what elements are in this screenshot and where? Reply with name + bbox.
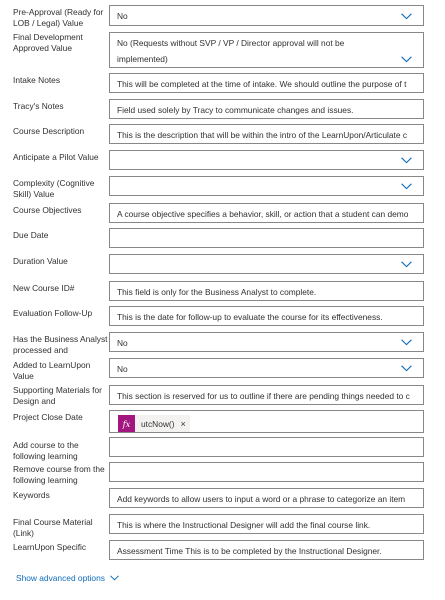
- field-row-has-the-business-analyst-processed-and: Has the Business Analyst processed and No: [0, 332, 433, 355]
- field-label: Final Course Material (Link): [13, 517, 93, 538]
- chevron-down-icon[interactable]: [401, 261, 412, 272]
- field-label: Duration Value: [13, 256, 68, 266]
- text-input-value: This field is only for the Business Anal…: [117, 287, 317, 297]
- text-input-field[interactable]: [109, 462, 424, 482]
- field-label: Intake Notes: [13, 75, 61, 85]
- dropdown-field[interactable]: [109, 254, 424, 274]
- expression-token[interactable]: fx utcNow() ×: [118, 415, 190, 432]
- field-row-tracy-s-notes: Tracy's Notes Field used solely by Tracy …: [0, 99, 433, 119]
- field-row-duration-value: Duration Value: [0, 254, 433, 274]
- dropdown-value: No: [117, 364, 128, 374]
- text-input-field[interactable]: This will be completed at the time of in…: [109, 73, 424, 93]
- text-input-field[interactable]: [109, 437, 424, 457]
- field-row-added-to-learnupon-value: Added to LearnUpon Value No: [0, 358, 433, 381]
- flow-action-panel: Pre-Approval (Ready for LOB / Legal) Val…: [0, 0, 434, 600]
- field-row-keywords: Keywords Add keywords to allow users to i…: [0, 488, 433, 508]
- field-row-learnupon-specific: LearnUpon Specific Assessment Time This i…: [0, 540, 433, 560]
- text-input-value: Add keywords to allow users to input a w…: [117, 494, 406, 504]
- show-advanced-options-label: Show advanced options: [16, 573, 105, 583]
- text-input-value: This section is reserved for us to outli…: [117, 391, 410, 401]
- field-row-intake-notes: Intake Notes This will be completed at th…: [0, 73, 433, 93]
- text-input-field[interactable]: Field used solely by Tracy to communicat…: [109, 99, 424, 119]
- field-label: Has the Business Analyst processed and: [13, 334, 108, 355]
- text-input-field[interactable]: Add keywords to allow users to input a w…: [109, 488, 424, 508]
- field-label: Added to LearnUpon Value: [13, 360, 91, 381]
- chevron-down-icon[interactable]: [401, 56, 412, 67]
- text-input-field[interactable]: This is the date for follow-up to evalua…: [109, 306, 424, 326]
- text-input-field[interactable]: This section is reserved for us to outli…: [109, 385, 424, 405]
- field-label: Final Development Approved Value: [13, 32, 83, 53]
- show-advanced-options-link[interactable]: Show advanced options: [16, 573, 119, 583]
- field-label: Complexity (Cognitive Skill) Value: [13, 178, 95, 199]
- text-input-field[interactable]: A course objective specifies a behavior,…: [109, 203, 424, 223]
- field-label: Pre-Approval (Ready for LOB / Legal) Val…: [13, 7, 104, 28]
- field-label: New Course ID#: [13, 283, 75, 293]
- dropdown-field[interactable]: No: [109, 332, 424, 352]
- panel-scroll-area: [433, 0, 445, 600]
- field-row-project-close-date: Project Close Date fx utcNow() ×: [0, 410, 433, 433]
- field-label: Anticipate a Pilot Value: [13, 152, 99, 162]
- expression-token-label: utcNow(): [141, 418, 175, 429]
- text-input-value: This is the description that will be wit…: [117, 130, 408, 140]
- field-label: Keywords: [13, 490, 50, 500]
- text-input-field[interactable]: This is where the Instructional Designer…: [109, 514, 424, 534]
- chevron-down-icon[interactable]: [401, 157, 412, 168]
- field-row-supporting-materials-for-design-and: Supporting Materials for Design and This …: [0, 385, 433, 406]
- field-row-anticipate-a-pilot-value: Anticipate a Pilot Value: [0, 150, 433, 170]
- field-row-pre-approval-ready-for-lob-legal-value: Pre-Approval (Ready for LOB / Legal) Val…: [0, 5, 433, 28]
- dropdown-field[interactable]: [109, 176, 424, 196]
- field-label: Evaluation Follow-Up: [13, 308, 93, 318]
- text-input-value: This will be completed at the time of in…: [117, 79, 407, 89]
- field-label: Project Close Date: [13, 412, 83, 422]
- text-input-value: A course objective specifies a behavior,…: [117, 209, 409, 219]
- text-input-field[interactable]: This is the description that will be wit…: [109, 124, 424, 144]
- field-label: Remove course from the following learnin…: [13, 464, 105, 485]
- field-row-final-development-approved-value: Final Development Approved Value No (Requ…: [0, 32, 433, 68]
- text-input-value: This is where the Instructional Designer…: [117, 520, 371, 530]
- field-row-course-objectives: Course Objectives A course objective spec…: [0, 203, 433, 223]
- field-row-add-course-to-the-following-learning: Add course to the following learning: [0, 437, 433, 461]
- field-row-course-description: Course Description This is the descriptio…: [0, 124, 433, 144]
- field-label: Supporting Materials for Design and: [13, 385, 102, 406]
- expression-field[interactable]: fx utcNow() ×: [109, 410, 424, 433]
- field-row-remove-course-from-the-following-learning: Remove course from the following learnin…: [0, 462, 433, 485]
- field-label: Due Date: [13, 230, 49, 240]
- field-label: Course Objectives: [13, 205, 82, 215]
- field-row-complexity-cognitive-skill-value: Complexity (Cognitive Skill) Value: [0, 176, 433, 199]
- dropdown-field[interactable]: [109, 150, 424, 170]
- remove-token-icon[interactable]: ×: [181, 419, 186, 429]
- dropdown-field[interactable]: No: [109, 358, 424, 378]
- dropdown-field[interactable]: No: [109, 5, 424, 26]
- chevron-down-icon: [110, 575, 119, 581]
- function-icon: fx: [118, 415, 135, 432]
- field-label: LearnUpon Specific: [13, 542, 87, 552]
- chevron-down-icon[interactable]: [401, 365, 412, 376]
- text-input-value: Field used solely by Tracy to communicat…: [117, 105, 354, 115]
- field-label: Course Description: [13, 126, 85, 136]
- field-label: Add course to the following learning: [13, 440, 79, 461]
- chevron-down-icon[interactable]: [401, 183, 412, 194]
- text-input-value: This is the date for follow-up to evalua…: [117, 312, 383, 322]
- chevron-down-icon[interactable]: [401, 339, 412, 350]
- dropdown-value: No: [117, 338, 128, 348]
- field-row-evaluation-follow-up: Evaluation Follow-Up This is the date for…: [0, 306, 433, 326]
- field-row-new-course-id: New Course ID# This field is only for the…: [0, 281, 433, 301]
- text-input-value: Assessment Time This is to be completed …: [117, 546, 382, 556]
- text-input-field[interactable]: Assessment Time This is to be completed …: [109, 540, 424, 560]
- text-input-field[interactable]: [109, 228, 424, 248]
- field-label: Tracy's Notes: [13, 101, 64, 111]
- chevron-down-icon[interactable]: [401, 12, 412, 24]
- dropdown-field[interactable]: No (Requests without SVP / VP / Director…: [109, 32, 424, 68]
- field-row-due-date: Due Date: [0, 228, 433, 248]
- dropdown-value: No: [117, 11, 128, 21]
- text-input-field[interactable]: This field is only for the Business Anal…: [109, 281, 424, 301]
- field-row-final-course-material-link: Final Course Material (Link) This is wher…: [0, 514, 433, 538]
- dropdown-value: No (Requests without SVP / VP / Director…: [117, 38, 345, 64]
